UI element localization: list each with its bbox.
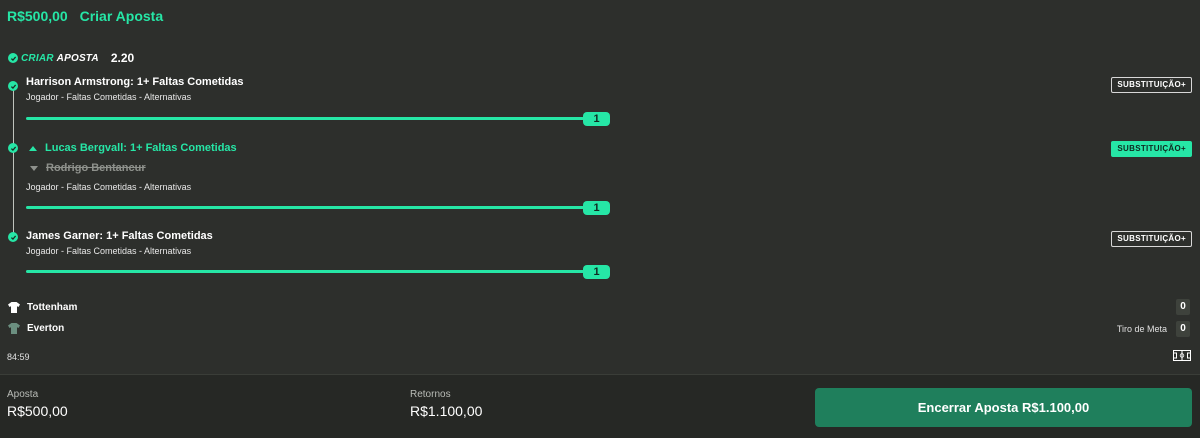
bet-builder-label: CRIAR APOSTA	[21, 52, 99, 64]
replaced-selection: Rodrigo Bentancur	[30, 162, 146, 174]
check-icon	[8, 53, 18, 63]
progress-bar	[26, 206, 584, 209]
leg-market: Jogador - Faltas Cometidas - Alternativa…	[26, 246, 192, 256]
shirt-icon	[8, 323, 20, 334]
substitution-button-active[interactable]: SUBSTITUIÇÃO+	[1111, 141, 1192, 157]
check-icon	[8, 81, 18, 91]
pitch-icon[interactable]	[1173, 350, 1191, 361]
stake-label: Aposta	[7, 389, 39, 400]
match-clock: 84:59	[7, 352, 30, 362]
progress-bar	[26, 270, 584, 273]
check-icon	[8, 143, 18, 153]
home-score: 0	[1176, 299, 1190, 315]
header-title: Criar Aposta	[79, 8, 164, 24]
bet-footer: Aposta R$500,00 Retornos R$1.100,00 Ence…	[0, 374, 1200, 438]
home-team: Tottenham	[8, 302, 77, 313]
bet-builder-label-row: CRIAR APOSTA 2.20	[8, 51, 134, 65]
timeline-line	[13, 86, 14, 236]
header-stake: R$500,00	[7, 8, 68, 24]
returns-label: Retornos	[410, 389, 451, 400]
away-team: Everton	[8, 323, 64, 334]
returns-summary: Retornos R$1.100,00	[410, 389, 482, 419]
leg-selection: Harrison Armstrong: 1+ Faltas Cometidas	[26, 76, 244, 88]
progress-value: 1	[583, 265, 610, 279]
substitution-button[interactable]: SUBSTITUIÇÃO+	[1111, 77, 1192, 93]
stake-summary: Aposta R$500,00	[7, 389, 68, 419]
substitution-button[interactable]: SUBSTITUIÇÃO+	[1111, 231, 1192, 247]
bet-odds: 2.20	[110, 51, 135, 65]
leg-selection: Lucas Bergvall: 1+ Faltas Cometidas	[29, 142, 237, 154]
check-icon	[8, 232, 18, 242]
progress-value: 1	[583, 112, 610, 126]
caret-down-icon	[30, 165, 38, 171]
leg-selection: James Garner: 1+ Faltas Cometidas	[26, 230, 213, 242]
returns-value: R$1.100,00	[410, 403, 483, 419]
last-event: Tiro de Meta	[1116, 324, 1167, 334]
caret-up-icon	[29, 145, 37, 151]
away-score: 0	[1176, 321, 1190, 337]
progress-bar	[26, 117, 584, 120]
stake-value: R$500,00	[7, 403, 68, 419]
progress-value: 1	[583, 201, 610, 215]
shirt-icon	[8, 302, 20, 313]
leg-market: Jogador - Faltas Cometidas - Alternativa…	[26, 92, 192, 102]
cashout-button[interactable]: Encerrar Aposta R$1.100,00	[815, 388, 1192, 427]
bet-header: R$500,00 Criar Aposta	[7, 8, 163, 24]
leg-market: Jogador - Faltas Cometidas - Alternativa…	[26, 182, 192, 192]
